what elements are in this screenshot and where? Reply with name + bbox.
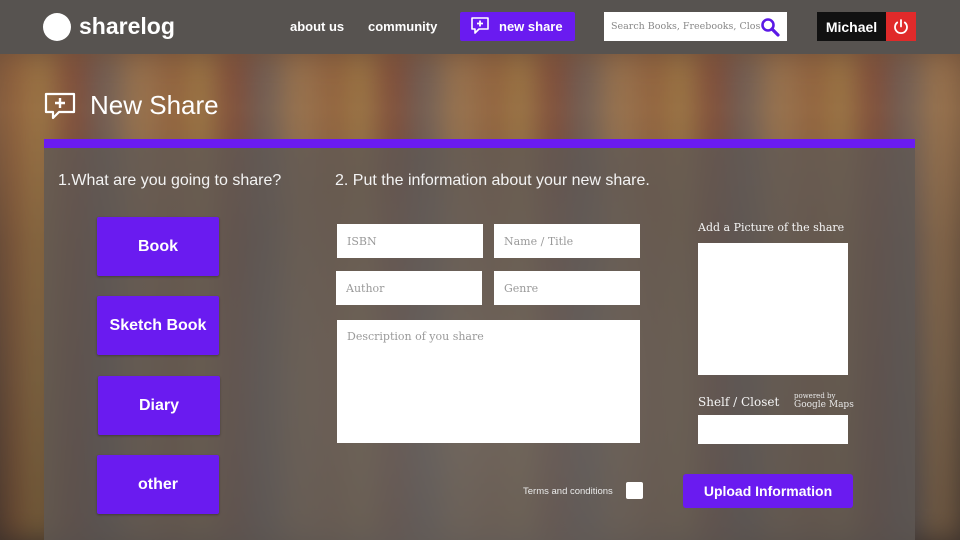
author-input[interactable] xyxy=(336,271,482,305)
picture-label: Add a Picture of the share xyxy=(698,221,845,234)
search-icon[interactable] xyxy=(760,17,780,37)
logout-button[interactable] xyxy=(886,12,916,41)
shelf-label: Shelf / Closet xyxy=(698,395,780,409)
upload-information-button[interactable]: Upload Information xyxy=(683,474,853,508)
logo-icon[interactable] xyxy=(43,13,71,41)
add-comment-icon xyxy=(44,92,76,120)
nav-community[interactable]: community xyxy=(368,19,437,34)
new-share-button[interactable]: new share xyxy=(460,12,575,41)
app-logo-text[interactable]: sharelog xyxy=(79,13,175,40)
terms-label[interactable]: Terms and conditions xyxy=(523,486,613,497)
page-title: New Share xyxy=(90,90,219,120)
page-heading: New Share xyxy=(44,90,219,121)
share-type-sketch-book-button[interactable]: Sketch Book xyxy=(97,296,219,355)
nav-about-us[interactable]: about us xyxy=(290,19,344,34)
step-1-heading: 1.What are you going to share? xyxy=(58,172,282,189)
share-type-diary-button[interactable]: Diary xyxy=(98,376,220,435)
search-bar xyxy=(604,12,787,41)
isbn-input[interactable] xyxy=(337,224,483,258)
description-textarea[interactable] xyxy=(337,320,640,443)
shelf-input[interactable] xyxy=(698,415,848,444)
google-maps-attribution: powered by Google Maps xyxy=(794,392,854,410)
share-type-book-button[interactable]: Book xyxy=(97,217,219,276)
user-name[interactable]: Michael xyxy=(817,12,886,41)
google-maps-brand: Google Maps xyxy=(794,400,854,410)
terms-checkbox[interactable] xyxy=(626,482,643,499)
genre-input[interactable] xyxy=(494,271,640,305)
add-comment-icon xyxy=(470,16,490,37)
picture-upload-area[interactable] xyxy=(698,243,848,375)
step-2-heading: 2. Put the information about your new sh… xyxy=(335,172,650,189)
top-navigation-bar: sharelog about us community new share Mi… xyxy=(0,0,960,54)
title-input[interactable] xyxy=(494,224,640,258)
power-icon xyxy=(892,18,910,36)
search-input[interactable] xyxy=(604,13,760,40)
new-share-label: new share xyxy=(499,19,563,34)
share-type-other-button[interactable]: other xyxy=(97,455,219,514)
